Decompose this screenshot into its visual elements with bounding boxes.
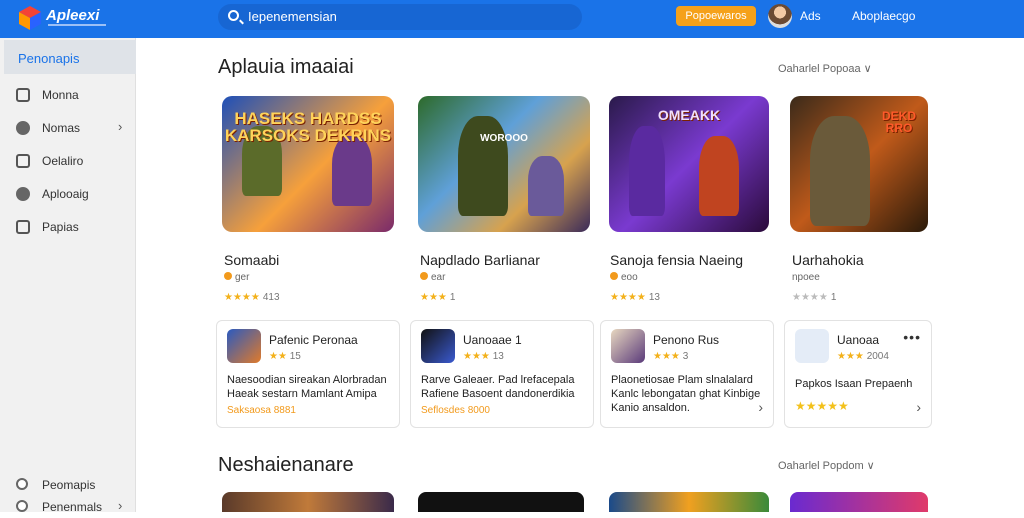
section-filter-dropdown[interactable]: Oaharlel Popoaa ∨ [778, 62, 872, 75]
sidebar-item-list[interactable]: Oelaliro [16, 152, 126, 172]
app-card-image[interactable] [609, 492, 769, 512]
star-rating: ★★★★ 1 [792, 292, 837, 303]
star-rating: ★★★★ 13 [610, 292, 660, 303]
tile-price: Seflosdes 8000 [421, 405, 490, 416]
sidebar-item-label: Aplooaig [42, 187, 89, 201]
tile-description: Rarve Galeaer. Pad lrefacepala Rafiene B… [421, 374, 575, 400]
brand-name[interactable]: Apleexi [46, 7, 99, 24]
app-title[interactable]: Sanoja fensia Naeing [610, 252, 743, 268]
sidebar-active-label: Penonapis [18, 51, 80, 66]
search-icon [228, 10, 239, 21]
tile-description: Naesoodian sireakan Alorbradan Haeak ses… [227, 374, 387, 400]
tile-price: Saksaosa 8881 [227, 405, 296, 416]
app-card-image[interactable]: DEKD RRO [790, 96, 928, 232]
app-card-image[interactable] [418, 492, 584, 512]
tile-name: Penono Rus [653, 333, 720, 347]
tile-stars: ★★★★★ [795, 399, 849, 413]
app-tile[interactable]: Uanoaa ★★★ 2004 ••• Papkos Isaan Prepaen… [784, 320, 932, 428]
tile-description: Plaonetiosae Plam slnalalard Kanlc lebon… [611, 374, 761, 414]
tile-rating: ★★★ 13 [463, 351, 504, 362]
brand-underline [48, 24, 106, 26]
sidebar-item-active[interactable]: Penonapis [4, 40, 136, 74]
sidebar-item-links[interactable]: Penenmals [16, 498, 126, 518]
app-title[interactable]: Somaabi [224, 252, 279, 268]
sidebar-item-profile[interactable]: Papias [16, 218, 126, 238]
coin-icon [224, 272, 232, 280]
app-tile[interactable]: Pafenic Peronaa ★★ 15 Naesoodian sireaka… [216, 320, 400, 428]
settings-icon [16, 478, 28, 490]
tile-rating: ★★ 15 [269, 351, 301, 362]
home-icon [16, 88, 30, 102]
promo-button[interactable]: Popoewaros [676, 6, 756, 26]
list-icon [16, 154, 30, 168]
tile-name: Pafenic Peronaa [269, 333, 358, 347]
profile-icon [16, 220, 30, 234]
app-card-image[interactable] [222, 492, 394, 512]
sidebar-item-settings[interactable]: Peomapis [16, 476, 126, 496]
app-icon [795, 329, 829, 363]
app-tile[interactable]: Uanoaae 1 ★★★ 13 Rarve Galeaer. Pad lref… [410, 320, 594, 428]
search-input[interactable]: Iepenemensian [248, 9, 337, 24]
chevron-down-icon: ∨ [866, 460, 875, 472]
app-card-image[interactable]: WOROOO [418, 96, 590, 232]
app-title[interactable]: Napdlado Barlianar [420, 252, 540, 268]
app-meta: ger [224, 272, 249, 283]
coin-icon [420, 272, 428, 280]
sidebar: Penonapis Monna Nomas › Oelaliro Aplooai… [0, 38, 136, 514]
link-icon [16, 500, 28, 512]
user-name[interactable]: Ads [800, 9, 821, 23]
sidebar-item-label: Oelaliro [42, 154, 84, 168]
app-meta: ear [420, 272, 445, 283]
apps-link[interactable]: Aboplaecgo [852, 9, 915, 23]
chevron-right-icon[interactable]: › [118, 119, 122, 134]
sidebar-item-apps[interactable]: Aplooaig [16, 185, 126, 205]
tile-rating: ★★★ 3 [653, 351, 689, 362]
app-meta: eoo [610, 272, 638, 283]
tile-name: Uanoaa [837, 333, 880, 347]
star-rating: ★★★★ 413 [224, 292, 280, 303]
app-icon [227, 329, 261, 363]
section-title: Aplauia imaaiai [218, 56, 354, 78]
sidebar-item-label: Peomapis [42, 478, 96, 492]
chevron-right-icon[interactable]: › [916, 399, 921, 415]
card-art-text: WOROOO [480, 133, 528, 144]
avatar[interactable] [768, 4, 792, 28]
sidebar-item-discover[interactable]: Nomas [16, 119, 126, 139]
more-options-icon[interactable]: ••• [903, 329, 921, 345]
chevron-right-icon[interactable]: › [758, 399, 763, 415]
app-tile[interactable]: Penono Rus ★★★ 3 Plaonetiosae Plam slnal… [600, 320, 774, 428]
tile-name: Uanoaae 1 [463, 333, 522, 347]
sidebar-item-label: Papias [42, 220, 79, 234]
card-art-text: OMEAKK [657, 107, 721, 123]
coin-icon [610, 272, 618, 280]
tile-description: Papkos Isaan Prepaenh [795, 378, 913, 390]
section-title: Neshaienanare [218, 454, 354, 476]
chevron-down-icon: ∨ [863, 63, 872, 75]
app-card-image[interactable] [790, 492, 928, 512]
star-rating: ★★★ 1 [420, 292, 456, 303]
app-card-image[interactable]: HASEKS HARDSS KARSOKS DEKRINS [222, 96, 394, 232]
sidebar-item-label: Monna [42, 88, 79, 102]
app-title[interactable]: Uarhahokia [792, 252, 864, 268]
card-art-text: DEKD RRO [881, 109, 916, 135]
chat-icon [16, 187, 30, 201]
app-icon [611, 329, 645, 363]
app-meta: npoee [792, 272, 820, 283]
app-icon [421, 329, 455, 363]
tile-rating: ★★★ 2004 [837, 351, 889, 362]
search-bar[interactable]: Iepenemensian [218, 4, 582, 30]
top-bar: Apleexi Iepenemensian Popoewaros Ads Abo… [0, 0, 1024, 38]
section-filter-dropdown[interactable]: Oaharlel Popdom ∨ [778, 459, 875, 472]
card-art-text: HASEKS HARDSS KARSOKS DEKRINS [224, 109, 392, 145]
chevron-right-icon[interactable]: › [118, 498, 122, 513]
sidebar-item-home[interactable]: Monna [16, 86, 126, 106]
app-logo-icon[interactable] [18, 5, 42, 31]
discover-icon [16, 121, 30, 135]
sidebar-item-label: Nomas [42, 121, 81, 135]
app-card-image[interactable]: OMEAKK [609, 96, 769, 232]
